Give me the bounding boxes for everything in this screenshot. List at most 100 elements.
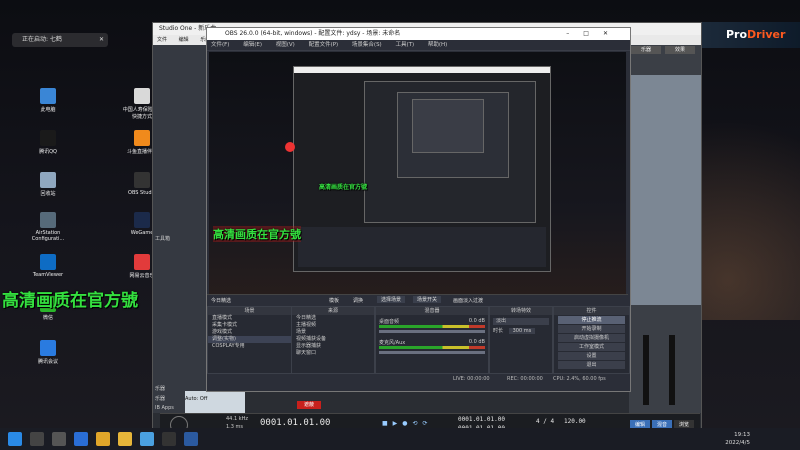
desktop-icon-tencent-meeting[interactable]: 腾讯会议	[26, 340, 70, 365]
desktop-icon-qq[interactable]: 腾讯QQ	[26, 130, 70, 155]
start-icon[interactable]	[8, 432, 22, 446]
source-item[interactable]: 场景	[292, 329, 374, 336]
scene-item[interactable]: 调整(实物)	[208, 336, 291, 343]
control-button[interactable]: 停止推流	[558, 316, 625, 324]
tab-effects[interactable]: 效果	[665, 46, 695, 54]
launch-notification[interactable]: 正在启动: 七鹤 ✕	[12, 33, 108, 47]
channel-fader[interactable]	[643, 335, 649, 405]
volume-meter	[379, 346, 485, 349]
source-item[interactable]: 主播视频	[292, 322, 374, 329]
desktop-icon-label: 微信	[42, 315, 53, 321]
desktop-icon-label: 腾讯QQ	[39, 149, 57, 155]
transport-time: 0001.01.01.00	[260, 418, 331, 428]
obs-top-template[interactable]: 模板	[329, 297, 339, 304]
edge-icon[interactable]	[74, 432, 88, 446]
douyu-icon	[134, 130, 150, 146]
obs-top-select-scene[interactable]: 选择场景	[377, 296, 406, 303]
obs-top-fade[interactable]: 画面淡入过渡	[453, 297, 483, 304]
channel-fader-2[interactable]	[669, 335, 675, 405]
control-button[interactable]: 启动虚拟摄像机	[558, 334, 625, 342]
obs-scene-header: 今日精选	[211, 298, 232, 304]
instrument-label: 乐器	[155, 386, 166, 392]
desktop-icon-teamviewer[interactable]: TeamViewer	[26, 254, 70, 278]
studio-left-panel: 工具箱 乐器 乐器 IB Apps	[153, 45, 208, 413]
control-button[interactable]: 开始录制	[558, 325, 625, 333]
transition-duration-input[interactable]: 300 ms	[508, 328, 536, 334]
search-icon[interactable]	[30, 432, 44, 446]
watermark-medium: 高清画质在官方號	[213, 226, 301, 242]
obs-top-swap[interactable]: 调换	[353, 297, 363, 304]
ib-apps-label: IB Apps	[155, 405, 174, 411]
source-item[interactable]: 显示器捕获	[292, 343, 374, 350]
window-controls[interactable]: –□✕	[566, 28, 622, 40]
task-view-icon[interactable]	[52, 432, 66, 446]
obs-menu-help[interactable]: 帮助(H)	[428, 42, 447, 48]
qq-icon	[40, 130, 56, 146]
scene-item[interactable]: COSPLAY专用	[208, 343, 291, 350]
studio-track-lanes	[629, 75, 701, 305]
obs-menu-scene-collection[interactable]: 场景集合(S)	[352, 42, 382, 48]
source-item[interactable]: 视频捕获设备	[292, 336, 374, 343]
source-item[interactable]: 今日精选	[292, 315, 374, 322]
control-button[interactable]: 工作室模式	[558, 343, 625, 351]
mixer-channel-db: 0.0 dB	[468, 339, 485, 345]
track-clip-1[interactable]	[185, 391, 245, 413]
obs-menu-file[interactable]: 文件(F)	[211, 42, 229, 48]
studio-menu-file[interactable]: 文件	[157, 37, 167, 43]
studio-menu-edit[interactable]: 编辑	[179, 37, 189, 43]
obs-top-scene-switch[interactable]: 场景开关	[413, 296, 442, 303]
record-mark-label: 遮蔽	[297, 401, 321, 409]
control-button[interactable]: 设置	[558, 352, 625, 360]
studio-right-panel: 乐器 效果	[629, 45, 701, 413]
instrument-label-2: 乐器	[155, 396, 166, 402]
taskbar-clock[interactable]: 19:13 2022/4/5	[725, 431, 750, 447]
desktop-icon-recycle-bin[interactable]: 回收站	[26, 172, 70, 197]
obs-menu-edit[interactable]: 编辑(E)	[243, 42, 262, 48]
tencent-meeting-icon	[40, 340, 56, 356]
volume-slider[interactable]	[379, 351, 485, 354]
explorer-icon[interactable]	[118, 432, 132, 446]
obs-window[interactable]: OBS 26.0.0 (64-bit, windows) - 配置文件: yds…	[206, 27, 631, 392]
live-status: LIVE: 00:00:00	[453, 376, 490, 382]
desktop-icon-label: AirStation Configurati...	[31, 230, 65, 242]
mixer-channel: 桌面音频 0.0 dB	[379, 318, 485, 333]
mixer-dock: 混音器 桌面音频 0.0 dB 麦克风/Aux 0.0 dB	[375, 306, 489, 374]
logo-text-pro: Pro	[726, 28, 748, 41]
close-icon[interactable]: ✕	[99, 33, 104, 47]
taskbar: 19:13 2022/4/5	[0, 428, 800, 450]
mixer-channel-db: 0.0 dB	[468, 318, 485, 324]
tempo: 120.00	[564, 418, 586, 425]
volume-slider[interactable]	[379, 330, 485, 333]
time-signature: 4 / 4	[536, 418, 555, 425]
mixer-channel-name: 麦克风/Aux	[379, 340, 406, 346]
nested-capture-2	[364, 81, 536, 223]
cpu-status: CPU: 2.4%, 60.00 fps	[553, 376, 606, 382]
source-item[interactable]: 聊天窗口	[292, 350, 374, 357]
tab-instruments[interactable]: 乐器	[631, 46, 661, 54]
transitions-dock: 转场特效 淡出 时长 300 ms	[489, 306, 553, 374]
desktop-icon-airstation[interactable]: AirStation Configurati...	[26, 212, 70, 242]
obs-preview[interactable]: 高清画质在官方號 高清画质在官方號	[209, 52, 626, 317]
mixer-channel-name: 桌面音频	[379, 319, 400, 325]
transition-type-select[interactable]: 淡出	[493, 318, 549, 325]
obs-menu-view[interactable]: 视图(V)	[276, 42, 295, 48]
notification-text: 正在启动: 七鹤	[22, 36, 62, 43]
nested-capture-4	[412, 99, 484, 153]
scene-item[interactable]: 采集卡模式	[208, 322, 291, 329]
desktop-icon-computer[interactable]: 此电脑	[26, 88, 70, 113]
obs-menu-profile[interactable]: 配置文件(P)	[309, 42, 339, 48]
rec-status: REC: 00:00:00	[507, 376, 543, 382]
chrome-icon[interactable]	[96, 432, 110, 446]
scenes-dock: 场景 直播模式 采集卡模式 游戏模式 调整(实物) COSPLAY专用	[207, 306, 292, 374]
studio-one-taskbar-icon[interactable]	[184, 432, 198, 446]
obs-title-bar[interactable]: OBS 26.0.0 (64-bit, windows) - 配置文件: yds…	[207, 28, 630, 40]
logo-text-driver: Driver	[747, 28, 786, 41]
scene-item[interactable]: 游戏模式	[208, 329, 291, 336]
scene-item[interactable]: 直播模式	[208, 315, 291, 322]
store-icon[interactable]	[140, 432, 154, 446]
obs-menu-tools[interactable]: 工具(T)	[395, 42, 414, 48]
desktop-icon-label: 回收站	[40, 191, 56, 197]
control-button[interactable]: 退出	[558, 361, 625, 369]
nested-capture-3	[397, 92, 509, 178]
obs-taskbar-icon[interactable]	[162, 432, 176, 446]
